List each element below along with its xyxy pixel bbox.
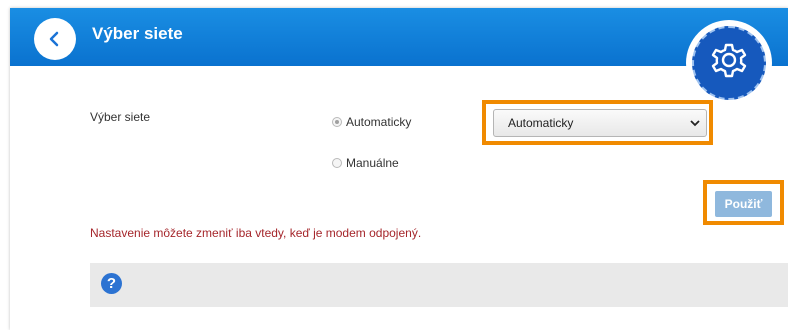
network-mode-select[interactable]: Automaticky bbox=[493, 109, 707, 137]
radio-automatic[interactable]: Automaticky bbox=[332, 115, 411, 129]
apply-button[interactable]: Použiť bbox=[715, 191, 772, 217]
chevron-down-icon bbox=[690, 110, 700, 146]
help-bar: ? bbox=[90, 263, 788, 307]
chevron-left-icon bbox=[49, 31, 59, 47]
network-selection-label: Výber siete bbox=[90, 110, 151, 124]
warning-text: Nastavenie môžete zmeniť iba vtedy, keď … bbox=[90, 226, 422, 240]
radio-automatic-label: Automaticky bbox=[346, 115, 412, 129]
radio-manual-indicator[interactable] bbox=[332, 158, 342, 168]
radio-manual-label: Manuálne bbox=[346, 156, 399, 170]
network-mode-select-value: Automaticky bbox=[508, 116, 574, 130]
radio-automatic-indicator[interactable] bbox=[332, 117, 342, 127]
settings-badge bbox=[686, 20, 772, 106]
gear-icon bbox=[711, 43, 747, 78]
page-title: Výber siete bbox=[92, 24, 183, 43]
back-button[interactable] bbox=[34, 18, 76, 60]
radio-manual[interactable]: Manuálne bbox=[332, 156, 399, 170]
help-icon[interactable]: ? bbox=[101, 273, 122, 294]
